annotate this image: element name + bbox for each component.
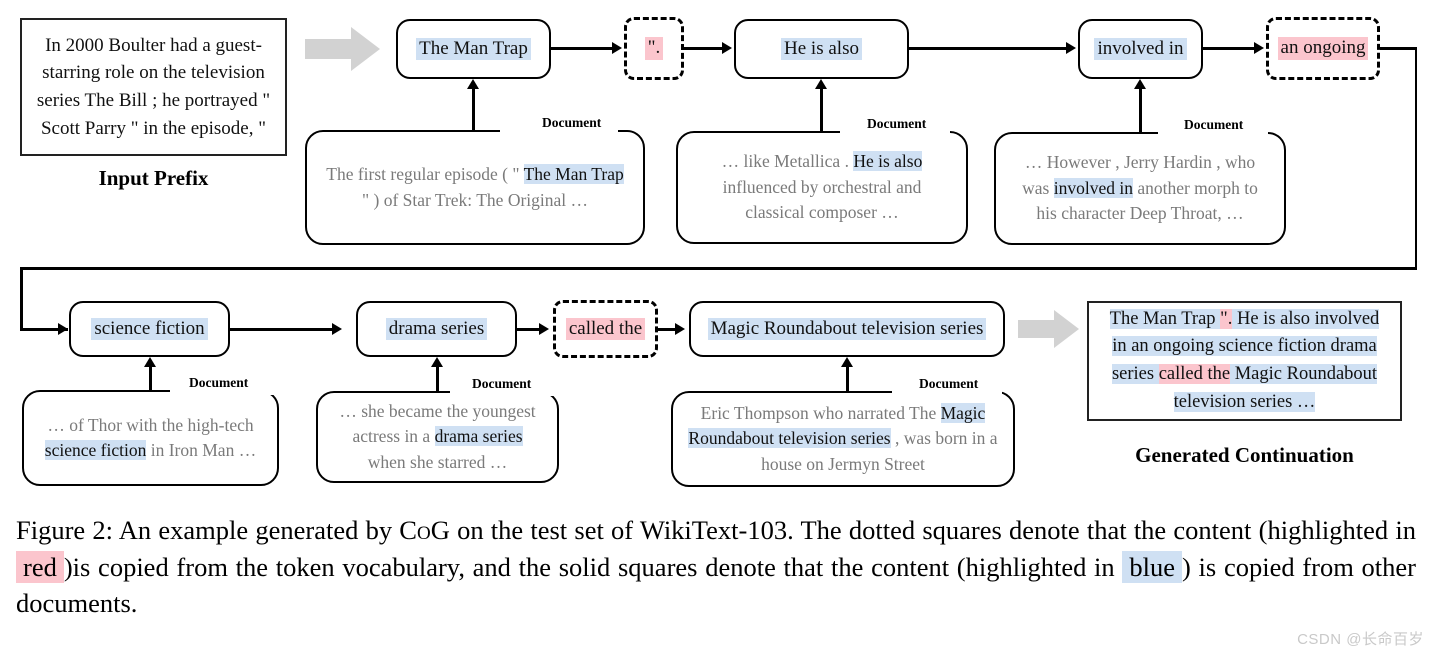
doc-connector — [820, 86, 823, 114]
node-label: drama series — [385, 317, 488, 341]
arrowhead-icon — [612, 42, 622, 54]
node-he-is-also[interactable]: He is also — [734, 19, 909, 79]
document-box-3: … However , Jerry Hardin , who was invol… — [994, 132, 1286, 245]
doc-connector — [472, 86, 475, 113]
document-box-5: … she became the youngest actress in a d… — [316, 391, 559, 483]
doc-text-highlight: drama series — [434, 426, 523, 447]
node-the-man-trap[interactable]: The Man Trap — [396, 19, 551, 79]
document-text: … However , Jerry Hardin , who was invol… — [996, 146, 1284, 230]
arrowhead-icon — [467, 79, 479, 89]
wrap-connector — [20, 267, 23, 330]
input-prefix-label: Input Prefix — [98, 166, 209, 190]
doc-text-part: … like Metallica . — [721, 151, 854, 172]
document-label-3: Document — [1180, 117, 1248, 133]
connector — [684, 47, 724, 50]
node-called-the[interactable]: called the — [553, 300, 658, 358]
document-text: … of Thor with the high-tech science fic… — [24, 409, 277, 468]
node-science-fiction[interactable]: science fiction — [69, 301, 230, 357]
arrowhead-icon — [1134, 79, 1146, 89]
document-text: … she became the youngest actress in a d… — [318, 395, 557, 479]
doc-text-part: influenced by orchestral and classical c… — [722, 176, 922, 223]
document-box-1: The first regular episode ( " The Man Tr… — [305, 130, 645, 245]
doc-text-part: … of Thor with the high-tech — [47, 414, 254, 435]
flow-arrow-icon — [305, 25, 381, 78]
node-label: ". — [644, 37, 664, 60]
document-text: Eric Thompson who narrated The Magic Rou… — [673, 397, 1013, 481]
document-text: The first regular episode ( " The Man Tr… — [307, 158, 643, 217]
arrowhead-icon — [58, 323, 68, 335]
doc-connector — [1139, 86, 1142, 114]
connector — [551, 47, 614, 50]
arrowhead-icon — [332, 323, 342, 335]
connector — [517, 328, 541, 331]
arrowhead-icon — [675, 323, 685, 335]
generated-continuation-label: Generated Continuation — [1135, 443, 1354, 467]
document-label-5: Document — [468, 376, 536, 392]
caption-prefix: Figure 2: An example generated by — [16, 515, 400, 545]
connector — [230, 328, 334, 331]
caption-model-name: CoG — [399, 515, 450, 545]
continuation-segment: The Man Trap — [1109, 308, 1221, 329]
node-magic-roundabout[interactable]: Magic Roundabout television series — [689, 301, 1005, 357]
arrowhead-icon — [815, 79, 827, 89]
caption-mid-2: )is copied from the token vocabulary, an… — [63, 551, 1123, 582]
wrap-connector — [20, 267, 1417, 270]
document-label-4: Document — [185, 375, 253, 391]
arrowhead-icon — [1066, 42, 1076, 54]
flow-arrow-icon — [1018, 308, 1080, 355]
generated-continuation-box: The Man Trap ". He is also involved in a… — [1087, 301, 1402, 421]
node-label: an ongoing — [1277, 37, 1369, 60]
arrowhead-icon — [1254, 42, 1264, 54]
arrowhead-icon — [144, 357, 156, 367]
doc-text-highlight: The Man Trap — [523, 164, 624, 185]
doc-text-highlight: involved in — [1053, 177, 1133, 198]
document-text: … like Metallica . He is also influenced… — [678, 145, 966, 229]
connector — [909, 47, 1068, 50]
arrowhead-icon — [722, 42, 732, 54]
node-an-ongoing[interactable]: an ongoing — [1266, 17, 1380, 80]
doc-text-part: in Iron Man … — [146, 440, 257, 460]
node-label: called the — [565, 317, 646, 341]
continuation-segment: called the — [1158, 364, 1231, 384]
document-box-4: … of Thor with the high-tech science fic… — [22, 390, 279, 486]
figure-caption: Figure 2: An example generated by CoG on… — [16, 512, 1416, 622]
node-label: He is also — [781, 37, 862, 61]
node-label: The Man Trap — [416, 37, 531, 61]
document-label-2: Document — [863, 116, 931, 132]
node-drama-series[interactable]: drama series — [356, 301, 517, 357]
caption-mid-1: on the test set of WikiText-103. The dot… — [449, 515, 1416, 545]
arrowhead-icon — [539, 323, 549, 335]
input-prefix-box: In 2000 Boulter had a guest-starring rol… — [20, 18, 287, 156]
wrap-connector — [1414, 47, 1417, 269]
caption-blue-chip: blue — [1122, 550, 1183, 583]
document-box-2: … like Metallica . He is also influenced… — [676, 131, 968, 244]
document-label-1: Document — [538, 115, 606, 131]
generated-continuation-text: The Man Trap ". He is also involved in a… — [1089, 300, 1400, 423]
caption-red-chip: red — [16, 550, 64, 583]
doc-text-part: Eric Thompson who narrated The — [700, 402, 941, 423]
arrowhead-icon — [841, 357, 853, 367]
connector — [1203, 47, 1256, 50]
doc-text-highlight: He is also — [853, 151, 923, 172]
node-label: science fiction — [91, 317, 208, 341]
node-label: Magic Roundabout television series — [707, 317, 987, 341]
doc-text-highlight: science fiction — [44, 440, 147, 460]
doc-text-part: " ) of Star Trek: The Original … — [361, 189, 589, 210]
document-box-6: Eric Thompson who narrated The Magic Rou… — [671, 391, 1015, 487]
continuation-segment: ". — [1220, 308, 1233, 329]
input-prefix-text: In 2000 Boulter had a guest-starring rol… — [36, 34, 271, 139]
csdn-watermark: CSDN @长命百岁 — [1297, 631, 1424, 648]
figure-canvas: In 2000 Boulter had a guest-starring rol… — [0, 0, 1438, 661]
arrowhead-icon — [431, 357, 443, 367]
node-quote-period[interactable]: ". — [624, 17, 684, 80]
document-label-6: Document — [915, 376, 983, 392]
doc-text-part: when she starred … — [367, 451, 508, 472]
doc-text-part: The first regular episode ( " — [326, 164, 524, 185]
node-involved-in[interactable]: involved in — [1078, 19, 1203, 79]
node-label: involved in — [1094, 37, 1187, 61]
